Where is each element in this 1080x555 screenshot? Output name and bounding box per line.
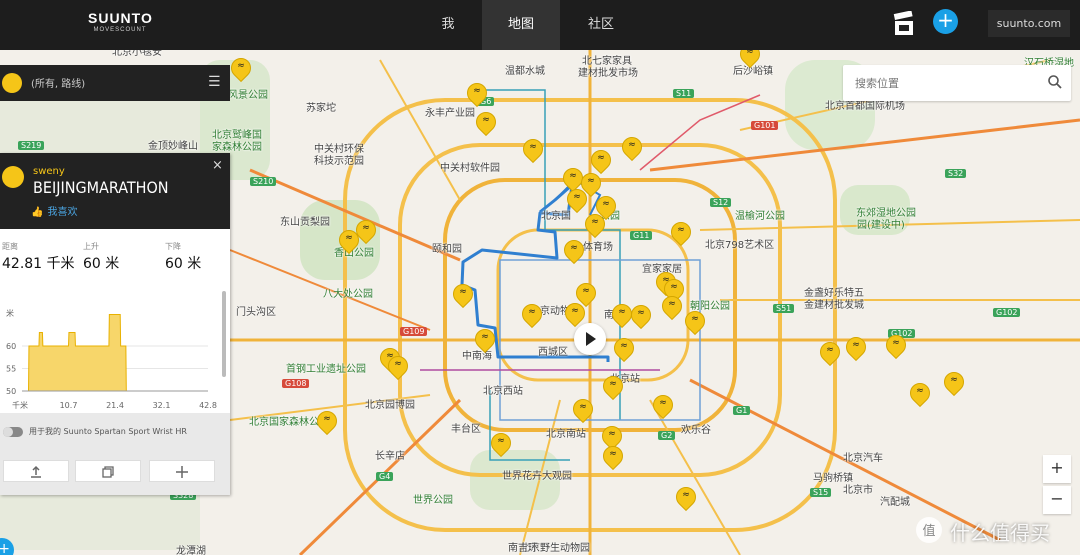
route-pin-icon[interactable]: ≈	[905, 378, 935, 409]
descent-value: 60 米	[165, 256, 202, 272]
elevation-chart[interactable]: 50 55 60 米千米 10.7 21.4 32.1 42.8	[0, 291, 230, 413]
menu-icon[interactable]: ☰	[208, 74, 221, 90]
like-button[interactable]: 👍 我喜欢	[31, 203, 77, 218]
suunto-site-link[interactable]: suunto.com	[988, 10, 1070, 37]
x-tick-label: 21.4	[106, 401, 124, 410]
like-label: 我喜欢	[47, 207, 78, 218]
watermark-text: 什么值得买	[950, 521, 1050, 545]
route-user[interactable]: sweny	[33, 166, 65, 177]
device-toggle-row: 用于我的 Suunto Spartan Sport Wrist HR	[0, 413, 230, 453]
route-pin-icon[interactable]: ≈	[559, 235, 589, 266]
avatar[interactable]	[2, 166, 24, 188]
brand-subtitle: MOVESCOUNT	[93, 27, 147, 33]
route-pin-icon[interactable]: ≈	[666, 217, 696, 248]
export-button[interactable]	[3, 460, 69, 482]
close-icon[interactable]: ×	[212, 158, 223, 173]
route-pin-icon[interactable]: ≈	[598, 371, 628, 402]
ascent-label: 上升	[83, 242, 99, 251]
route-pin-icon[interactable]: ≈	[471, 107, 501, 138]
route-pin-icon[interactable]: ≈	[517, 299, 547, 330]
location-search	[843, 65, 1071, 101]
descent-label: 下降	[165, 242, 181, 251]
route-pin-icon[interactable]: ≈	[626, 300, 656, 331]
x-tick-label: 10.7	[60, 401, 78, 410]
route-pin-icon[interactable]: ≈	[562, 184, 592, 215]
route-detail-panel: sweny BEIJINGMARATHON × 👍 我喜欢 距离 42.81 千米…	[0, 153, 230, 495]
x-tick-label: 42.8	[199, 401, 217, 410]
brand-name: SUUNTO	[88, 10, 153, 26]
distance-label: 距离	[2, 242, 18, 251]
search-icon[interactable]	[1047, 74, 1063, 90]
elevation-area	[22, 314, 208, 392]
upload-icon	[31, 465, 41, 478]
zoom-out-button[interactable]: −	[1043, 486, 1071, 514]
route-type-icon	[2, 73, 22, 93]
route-pin-icon[interactable]: ≈	[648, 390, 678, 421]
ascent-value: 60 米	[83, 256, 120, 272]
x-tick-label: 32.1	[153, 401, 171, 410]
route-pin-icon[interactable]: ≈	[462, 78, 492, 109]
add-button[interactable]: +	[933, 9, 958, 34]
filter-text: (所有, 路线)	[31, 79, 86, 90]
route-pin-icon[interactable]: ≈	[334, 225, 364, 256]
tab-map[interactable]: 地图	[482, 0, 560, 50]
route-pin-icon[interactable]: ≈	[815, 337, 845, 368]
y-tick-label: 60	[6, 342, 16, 351]
route-pin-icon[interactable]: ≈	[609, 333, 639, 364]
route-pin-icon[interactable]: ≈	[312, 406, 342, 437]
route-pin-icon[interactable]: ≈	[680, 306, 710, 337]
route-pin-icon[interactable]: ≈	[568, 394, 598, 425]
route-pin-icon[interactable]: ≈	[735, 50, 765, 70]
route-pin-icon[interactable]: ≈	[939, 367, 969, 398]
chart-scrollbar[interactable]	[222, 291, 226, 377]
route-pin-icon[interactable]: ≈	[841, 332, 871, 363]
route-pin-icon[interactable]: ≈	[657, 291, 687, 322]
route-actions	[0, 453, 230, 495]
route-pin-icon[interactable]: ≈	[671, 482, 701, 513]
thumbs-up-icon: 👍	[31, 207, 44, 218]
smzdm-logo: 值	[916, 517, 942, 543]
tab-community[interactable]: 社区	[566, 0, 636, 50]
suunto-logo[interactable]: SUUNTO MOVESCOUNT	[88, 10, 152, 33]
copy-icon	[102, 466, 114, 478]
device-toggle-label: 用于我的 Suunto Spartan Sport Wrist HR	[29, 427, 187, 436]
play-route-button[interactable]	[574, 323, 606, 355]
route-header: sweny BEIJINGMARATHON × 👍 我喜欢	[0, 153, 230, 229]
plus-icon	[176, 466, 188, 478]
watermark: 值 什么值得买	[912, 515, 1074, 547]
tab-me[interactable]: 我	[420, 0, 476, 50]
route-pin-icon[interactable]: ≈	[486, 428, 516, 459]
top-navbar: SUUNTO MOVESCOUNT 我 地图 社区 + suunto.com	[0, 0, 1080, 50]
play-icon	[586, 332, 596, 346]
zoom-in-button[interactable]: +	[1043, 455, 1071, 483]
film-clapper-icon[interactable]	[893, 11, 915, 37]
y-tick-label: 50	[6, 387, 16, 396]
route-pin-icon[interactable]: ≈	[470, 324, 500, 355]
copy-button[interactable]	[75, 460, 141, 482]
route-filter-bar[interactable]: (所有, 路线) ☰	[0, 65, 230, 101]
x-tick-label: 千米	[12, 400, 28, 410]
route-pin-icon[interactable]: ≈	[607, 299, 637, 330]
search-input[interactable]	[855, 74, 1045, 92]
route-pin-icon[interactable]: ≈	[448, 279, 478, 310]
device-toggle[interactable]	[3, 427, 23, 437]
y-tick-label: 55	[6, 365, 16, 374]
route-pin-icon[interactable]: ≈	[226, 53, 256, 84]
route-pin-icon[interactable]: ≈	[383, 351, 413, 382]
distance-value: 42.81 千米	[2, 256, 75, 272]
add-to-list-button[interactable]	[149, 460, 215, 482]
svg-text:值: 值	[922, 523, 935, 539]
y-axis-label: 米	[6, 308, 14, 318]
route-pin-icon[interactable]: ≈	[598, 441, 628, 472]
route-pin-icon[interactable]: ≈	[518, 134, 548, 165]
route-pin-icon[interactable]: ≈	[617, 132, 647, 163]
route-pin-icon[interactable]: ≈	[580, 209, 610, 240]
route-title: BEIJINGMARATHON	[33, 178, 169, 197]
route-pin-icon[interactable]: ≈	[881, 330, 911, 361]
